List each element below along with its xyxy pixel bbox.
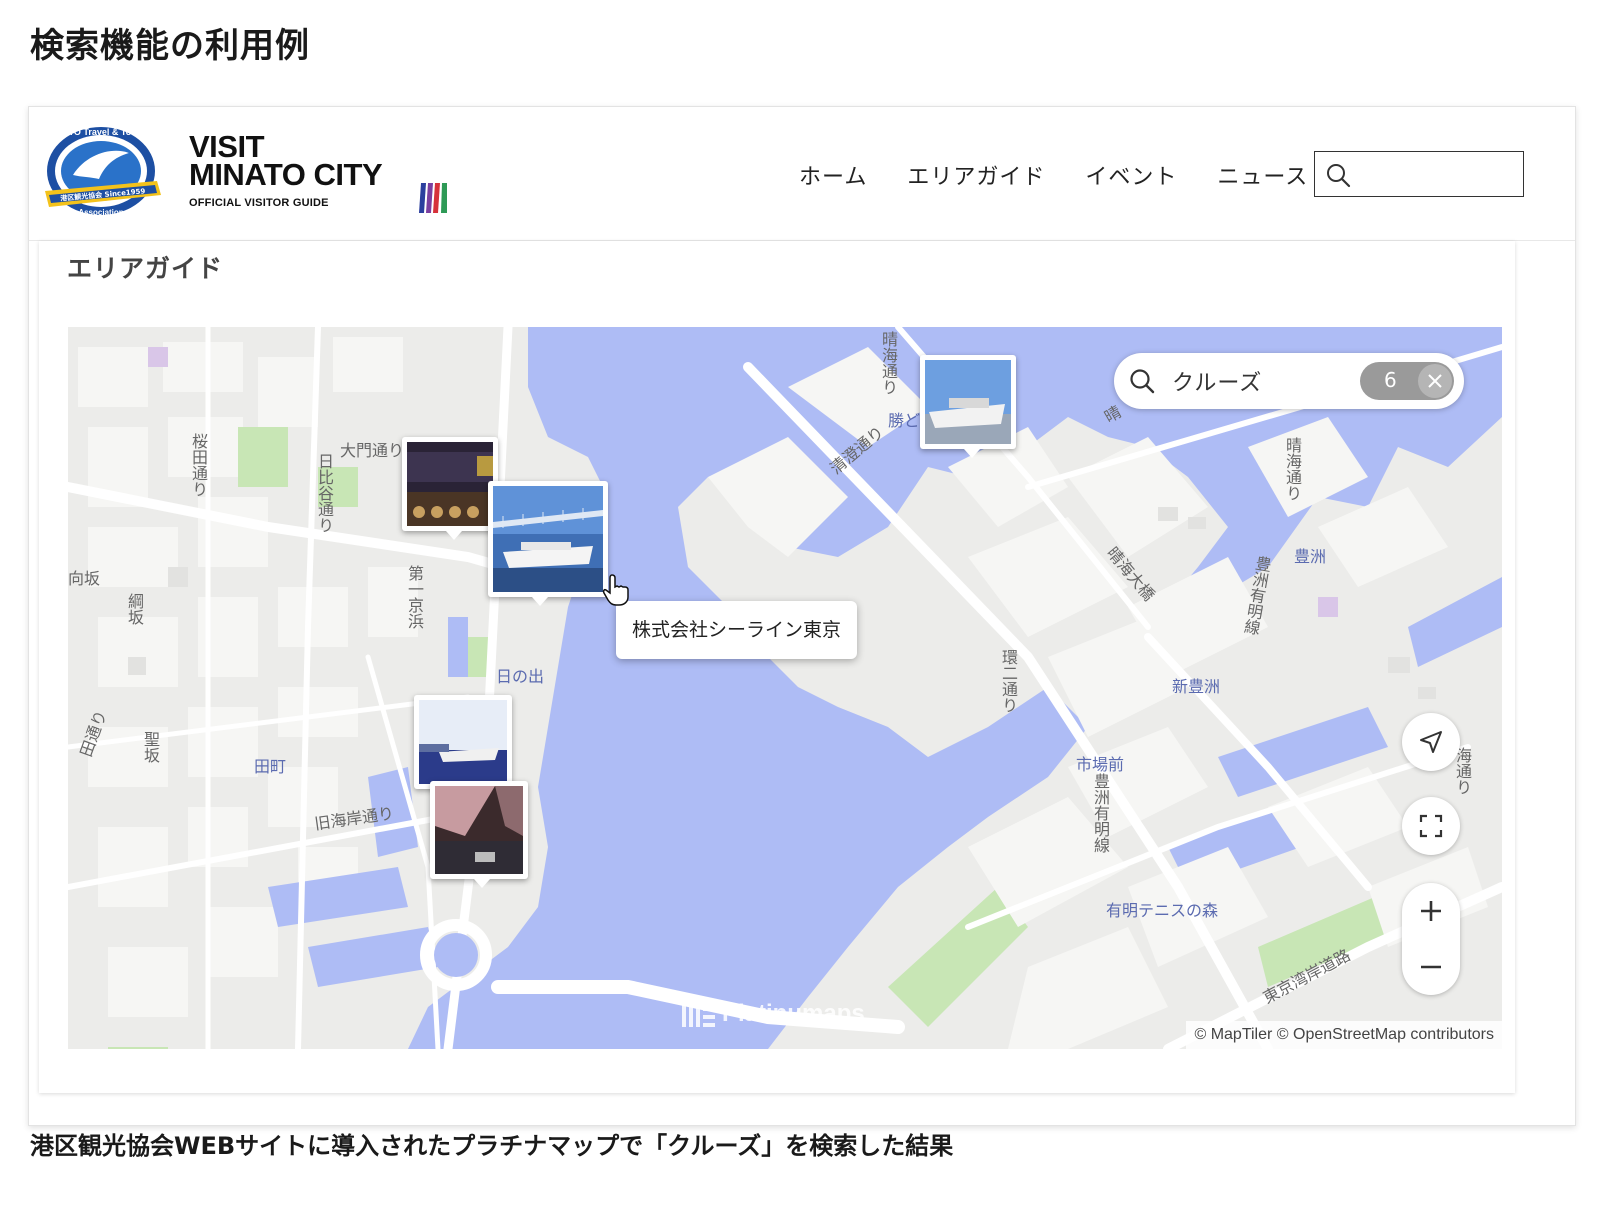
plus-icon [1421, 901, 1441, 921]
section-title: エリアガイド [67, 254, 224, 283]
map-label-tamachi: 田町 [254, 757, 287, 776]
map-pin-cruise-2[interactable] [920, 355, 1016, 458]
search-icon [1327, 164, 1351, 188]
map-label-kanni: 環二通り [999, 649, 1018, 713]
map-label-daiichi-keihin: 第一京浜 [405, 565, 424, 629]
map-pin-cruise-4[interactable] [430, 781, 528, 888]
svg-text:MINATO Travel & Tourism: MINATO Travel & Tourism [46, 127, 156, 137]
map-label-tsuna: 綱坂 [125, 593, 144, 625]
map-label-kachidoki: 勝ど [888, 411, 921, 430]
map-pin-cruise-3[interactable] [414, 695, 512, 798]
zoom-controls [1402, 883, 1460, 995]
site-search-input[interactable] [1359, 158, 1515, 190]
map-label-ariake-tennis: 有明テニスの森 [1106, 901, 1219, 920]
fullscreen-button[interactable] [1402, 797, 1460, 855]
pin-tooltip: 株式会社シーライン東京 [616, 601, 858, 659]
website-screenshot-frame: MINATO Travel & Tourism 港区観光協会 Since1959… [28, 106, 1576, 1126]
cruise-photo-white-boat [925, 360, 1011, 444]
map-label-sakurada: 桜田通り [189, 433, 208, 497]
fullscreen-icon [1419, 814, 1443, 838]
watermark-text: Platinumaps [722, 1000, 865, 1027]
clear-search-button[interactable] [1418, 364, 1452, 398]
main-nav: ホーム エリアガイド イベント ニュース [799, 159, 1308, 191]
map-label-hibiya: 日比谷通り [315, 453, 334, 533]
map-label-shin-toyosu: 新豊洲 [1172, 677, 1221, 696]
map-label-harumi-dori: 晴海通り [879, 331, 898, 395]
brand-wordmark[interactable]: VISIT MINATO CITY OFFICIAL VISITOR GUIDE [189, 131, 383, 209]
map-label-toyosu: 豊洲 [1294, 547, 1327, 566]
locate-button[interactable] [1402, 713, 1460, 771]
page-heading: 検索機能の利用例 [30, 26, 310, 66]
zoom-out-button[interactable] [1402, 939, 1460, 995]
nav-area-guide[interactable]: エリアガイド [907, 159, 1045, 191]
map-pin-cruise-selected[interactable] [488, 481, 608, 606]
area-guide-panel: エリアガイド 大門通り 桜田通り 日比谷通り 第一京浜 日の出 田町 旧海岸通り… [39, 241, 1515, 1093]
minato-tourism-seal-logo[interactable]: MINATO Travel & Tourism 港区観光協会 Since1959… [43, 123, 161, 223]
stripes-logo-mark [419, 183, 447, 213]
map-label-hinode: 日の出 [496, 667, 545, 686]
brand-line-minato-city: MINATO CITY [189, 157, 383, 192]
result-count: 6 [1384, 368, 1397, 392]
platinumaps-logo-icon [682, 997, 715, 1027]
map-label-harumi-right: 晴海通り [1283, 437, 1302, 501]
navigation-arrow-icon [1420, 731, 1442, 753]
map-search-query[interactable]: クルーズ [1172, 365, 1262, 397]
nav-events[interactable]: イベント [1085, 159, 1177, 191]
site-header: MINATO Travel & Tourism 港区観光協会 Since1959… [29, 107, 1575, 241]
nav-home[interactable]: ホーム [799, 159, 867, 191]
platinumaps-map[interactable]: 大門通り 桜田通り 日比谷通り 第一京浜 日の出 田町 旧海岸通り 晴海通り 勝… [68, 327, 1502, 1049]
zoom-in-button[interactable] [1402, 883, 1460, 939]
svg-text:Association: Association [78, 208, 123, 217]
map-label-toyosu-ariake: 豊洲有明線 [1091, 773, 1110, 853]
map-pin-cruise-1[interactable] [402, 437, 498, 540]
site-search-box[interactable] [1314, 151, 1524, 197]
cruise-photo-night-boat [407, 442, 493, 526]
nav-news[interactable]: ニュース [1217, 159, 1308, 191]
platinumaps-watermark: Platinumaps [682, 997, 865, 1028]
map-attribution[interactable]: © MapTiler © OpenStreetMap contributors [1186, 1021, 1502, 1049]
figure-caption: 港区観光協会WEBサイトに導入されたプラチナマップで「クルーズ」を検索した結果 [30, 1132, 954, 1160]
cruise-photo-canal-boat [435, 786, 523, 874]
map-label-hijiri: 聖坂 [141, 731, 160, 763]
result-count-badge: 6 [1360, 362, 1454, 400]
map-label-muko: 向坂 [68, 569, 101, 588]
cruise-photo-river-boat [419, 700, 507, 784]
map-base-layer[interactable] [68, 327, 1502, 1049]
map-label-shijomae: 市場前 [1076, 755, 1125, 774]
brand-subtitle: OFFICIAL VISITOR GUIDE [189, 197, 329, 209]
search-icon [1130, 369, 1155, 394]
map-label-daimon: 大門通り [340, 441, 405, 460]
minus-icon [1421, 965, 1441, 969]
map-search-box[interactable]: クルーズ 6 [1114, 353, 1464, 409]
cruise-photo-rainbow-bridge [493, 486, 603, 592]
hand-pointer-icon [602, 574, 629, 606]
close-icon [1428, 374, 1442, 388]
